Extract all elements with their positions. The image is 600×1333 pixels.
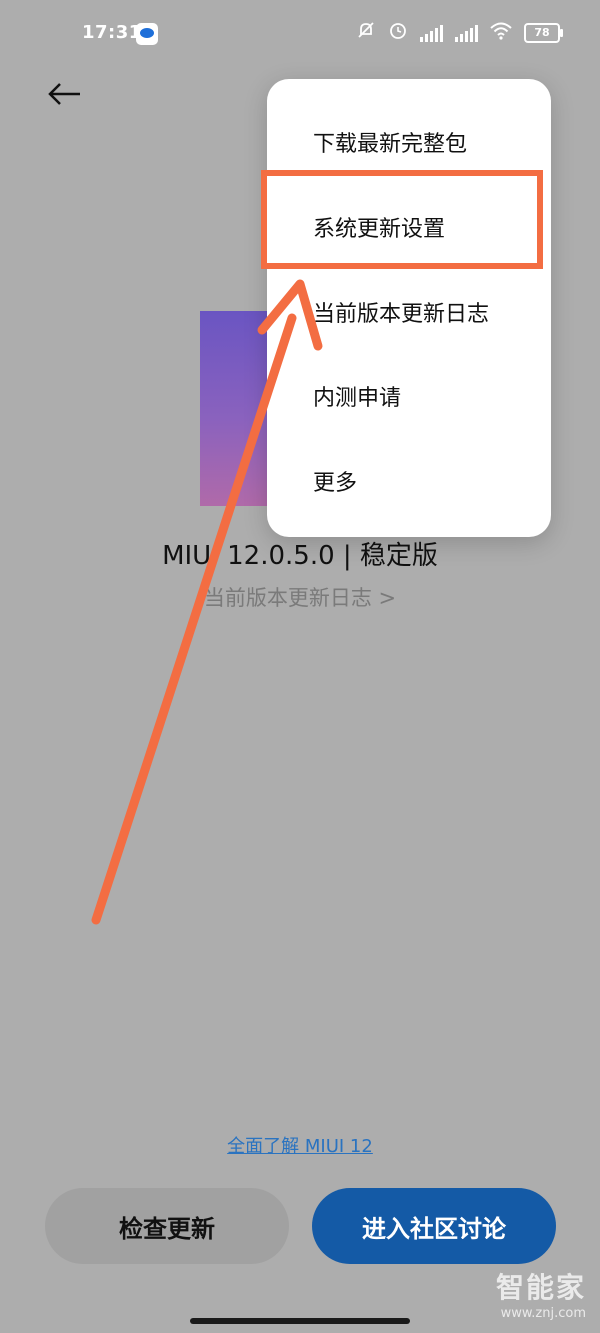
watermark-logo: 智能家 xyxy=(495,1271,586,1304)
watermark: 智能家 www.znj.com xyxy=(496,1266,586,1321)
watermark-url: www.znj.com xyxy=(500,1306,586,1321)
annotation-arrow-icon xyxy=(91,279,323,925)
screen: 17:31 78 MIUI 12.0.5.0 | 稳定版 当前版本更新日志 > … xyxy=(0,0,600,1333)
